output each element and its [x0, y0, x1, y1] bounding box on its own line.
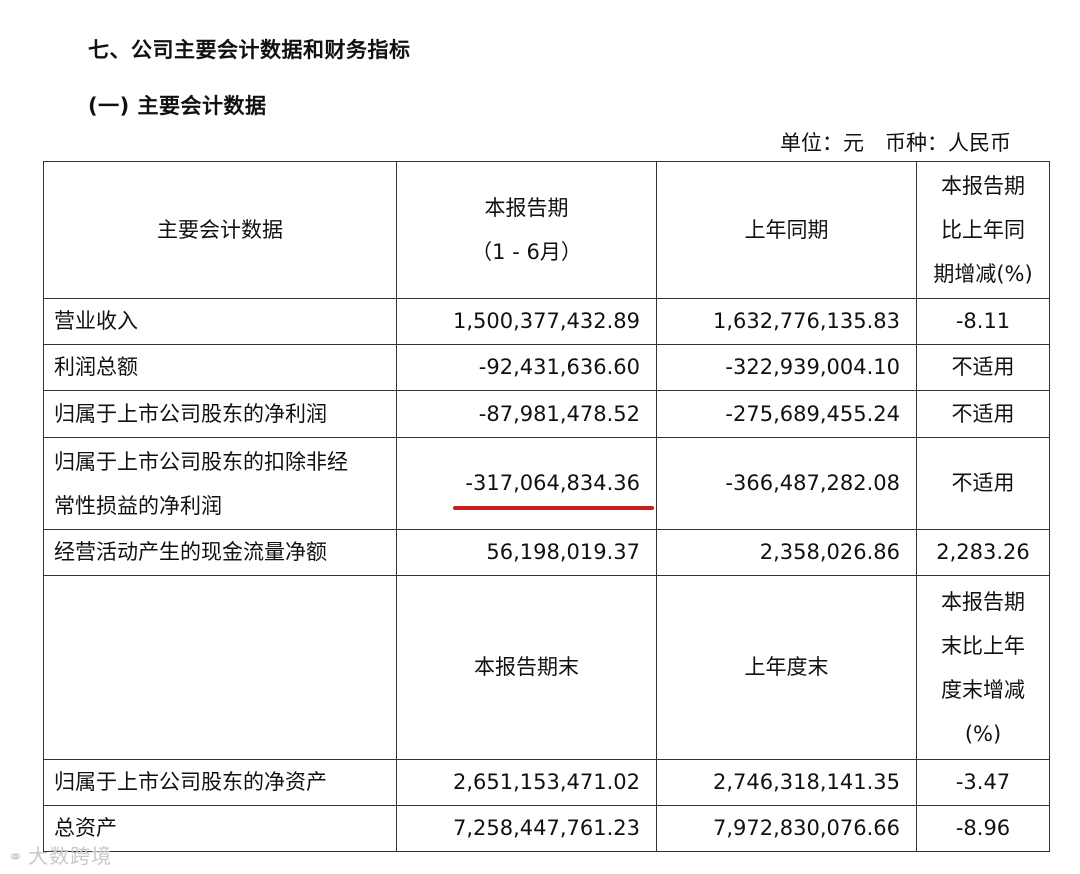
- row-change: 不适用: [916, 437, 1050, 530]
- subsection-title: (一) 主要会计数据: [88, 94, 267, 118]
- row-change: 2,283.26: [916, 529, 1050, 576]
- table-subheader-row: 本报告期末 上年度末 本报告期 末比上年 度末增减 (%): [43, 575, 1050, 760]
- row-current: 2,651,153,471.02: [396, 759, 657, 806]
- header-current-period-line1: 本报告期: [484, 196, 569, 220]
- row-prior: 2,358,026.86: [656, 529, 917, 576]
- row-label: 营业收入: [43, 298, 397, 345]
- row-current: -87,981,478.52: [396, 390, 657, 438]
- watermark-logo-icon: ⚭: [8, 847, 25, 868]
- subheader-prior-year-end: 上年度末: [656, 575, 917, 760]
- header-change-line3: 期增减(%): [933, 262, 1033, 286]
- row-label: 归属于上市公司股东的扣除非经 常性损益的净利润: [43, 437, 397, 530]
- row-label: 归属于上市公司股东的净利润: [43, 390, 397, 438]
- row-label-line2: 常性损益的净利润: [54, 493, 222, 518]
- row-current: -317,064,834.36: [396, 437, 657, 530]
- row-prior: -275,689,455.24: [656, 390, 917, 438]
- subheader-change-pct: 本报告期 末比上年 度末增减 (%): [916, 575, 1050, 760]
- row-label: 归属于上市公司股东的净资产: [43, 759, 397, 806]
- row-prior: 1,632,776,135.83: [656, 298, 917, 345]
- table-header-row: 主要会计数据 本报告期 （1 - 6月） 上年同期 本报告期 比上年同 期增减(…: [43, 161, 1050, 299]
- header-current-period: 本报告期 （1 - 6月）: [396, 161, 657, 299]
- highlighted-adjusted-net-profit: -317,064,834.36: [453, 461, 654, 510]
- row-current: 7,258,447,761.23: [396, 805, 657, 852]
- row-prior: -322,939,004.10: [656, 344, 917, 391]
- row-current: 1,500,377,432.89: [396, 298, 657, 345]
- unit-note: 单位：元 币种：人民币: [780, 131, 1011, 155]
- subheader-change-line3: 度末增减: [941, 677, 1025, 702]
- section-title: 七、公司主要会计数据和财务指标: [88, 38, 411, 62]
- table-row: 营业收入 1,500,377,432.89 1,632,776,135.83 -…: [43, 298, 1050, 345]
- row-change: -8.96: [916, 805, 1050, 852]
- row-label-line1: 归属于上市公司股东的扣除非经: [54, 449, 348, 474]
- row-prior: 2,746,318,141.35: [656, 759, 917, 806]
- watermark-text: 大数跨境: [28, 844, 113, 868]
- subheader-empty: [43, 575, 397, 760]
- header-current-period-line2: （1 - 6月）: [471, 240, 582, 264]
- subheader-period-end: 本报告期末: [396, 575, 657, 760]
- subheader-change-line2: 末比上年: [941, 633, 1025, 658]
- row-label: 利润总额: [43, 344, 397, 391]
- row-current: 56,198,019.37: [396, 529, 657, 576]
- row-change: -8.11: [916, 298, 1050, 345]
- table-row: 归属于上市公司股东的净利润 -87,981,478.52 -275,689,45…: [43, 390, 1050, 438]
- header-prior-period: 上年同期: [656, 161, 917, 299]
- header-change-pct: 本报告期 比上年同 期增减(%): [916, 161, 1050, 299]
- highlighted-net-profit: -87,981,478.52: [479, 392, 640, 437]
- header-change-line1: 本报告期: [941, 174, 1025, 198]
- table-row: 利润总额 -92,431,636.60 -322,939,004.10 不适用: [43, 344, 1050, 391]
- row-change: 不适用: [916, 390, 1050, 438]
- row-change: -3.47: [916, 759, 1050, 806]
- subheader-change-line1: 本报告期: [941, 589, 1025, 614]
- row-current: -92,431,636.60: [396, 344, 657, 391]
- table-row: 归属于上市公司股东的净资产 2,651,153,471.02 2,746,318…: [43, 759, 1050, 806]
- watermark: ⚭ 大数跨境: [8, 840, 112, 869]
- table-row: 归属于上市公司股东的扣除非经 常性损益的净利润 -317,064,834.36 …: [43, 437, 1050, 530]
- row-prior: -366,487,282.08: [656, 437, 917, 530]
- accounting-data-table: 主要会计数据 本报告期 （1 - 6月） 上年同期 本报告期 比上年同 期增减(…: [43, 161, 1050, 852]
- subheader-change-line4: (%): [964, 721, 1002, 746]
- header-change-line2: 比上年同: [941, 218, 1025, 242]
- row-change: 不适用: [916, 344, 1050, 391]
- table-row: 经营活动产生的现金流量净额 56,198,019.37 2,358,026.86…: [43, 529, 1050, 576]
- row-prior: 7,972,830,076.66: [656, 805, 917, 852]
- table-row: 总资产 7,258,447,761.23 7,972,830,076.66 -8…: [43, 805, 1050, 852]
- header-main-data: 主要会计数据: [43, 161, 397, 299]
- row-label: 经营活动产生的现金流量净额: [43, 529, 397, 576]
